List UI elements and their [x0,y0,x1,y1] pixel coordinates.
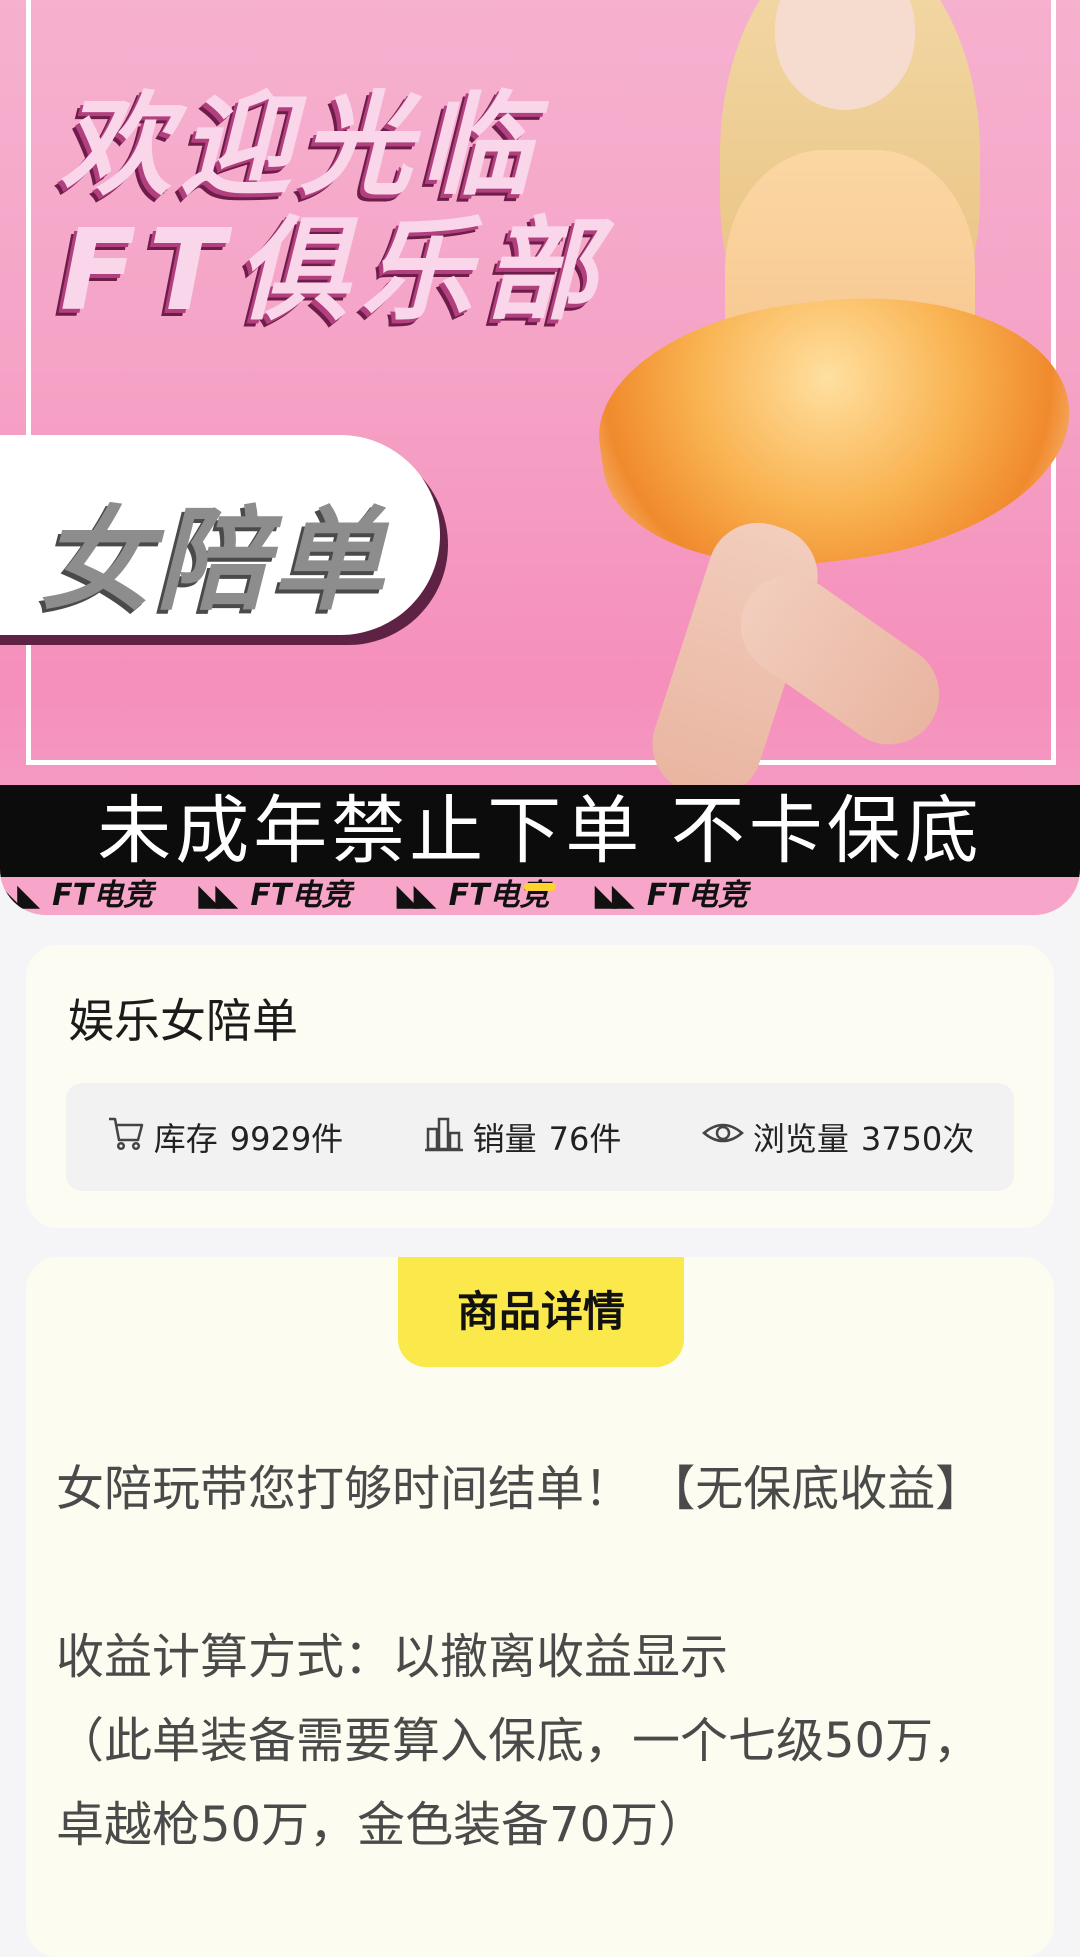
product-banner[interactable]: 欢迎光临 FT俱乐部 女陪单 未成年禁止下单 不卡保底 ◣◣ FT电竞 ◣◣ FT电… [0,0,1080,915]
banner-notice: 未成年禁止下单 不卡保底 [0,785,1080,877]
carousel-indicator[interactable] [524,883,556,891]
stat-stock-label: 库存 [153,1120,218,1158]
stat-sales-value: 76件 [548,1120,622,1158]
banner-headline-line2: FT俱乐部 [60,206,609,336]
ticker-item: ◣◣ FT电竞 [0,878,154,913]
bar-chart-icon [423,1113,473,1161]
detail-line-3: （此单装备需要算入保底，一个七级50万，卓越枪50万，金色装备70万） [56,1713,982,1853]
character-illustration [560,0,1080,811]
banner-tag-text: 女陪单 [40,496,388,626]
stat-sales: 销量 76件 [423,1113,622,1161]
eye-icon [701,1113,753,1161]
product-detail-card: 商品详情 女陪玩带您打够时间结单！ 【无保底收益】 收益计算方式：以撤离收益显示… [26,1257,1054,1957]
ticker-item: ◣◣ FT电竞 [594,878,748,913]
stat-views-value: 3750次 [860,1120,975,1158]
product-info-card: 娱乐女陪单 库存 9929件 销量 76件 浏览量 3750次 [26,945,1054,1228]
ticker-item: ◣◣ FT电竞 [198,878,352,913]
cart-icon [106,1113,154,1161]
detail-description: 女陪玩带您打够时间结单！ 【无保底收益】 收益计算方式：以撤离收益显示 （此单装… [56,1447,1016,1867]
detail-line-2: 收益计算方式：以撤离收益显示 [56,1629,729,1685]
stat-stock-value: 9929件 [229,1120,344,1158]
product-title: 娱乐女陪单 [68,994,298,1048]
product-stats: 库存 9929件 销量 76件 浏览量 3750次 [66,1083,1014,1191]
detail-line-1: 女陪玩带您打够时间结单！ 【无保底收益】 [56,1461,984,1517]
stat-views-label: 浏览量 [752,1120,849,1158]
stat-views: 浏览量 3750次 [701,1113,974,1161]
stat-sales-label: 销量 [472,1120,537,1158]
stat-stock: 库存 9929件 [106,1113,343,1161]
tab-product-detail[interactable]: 商品详情 [398,1257,684,1367]
